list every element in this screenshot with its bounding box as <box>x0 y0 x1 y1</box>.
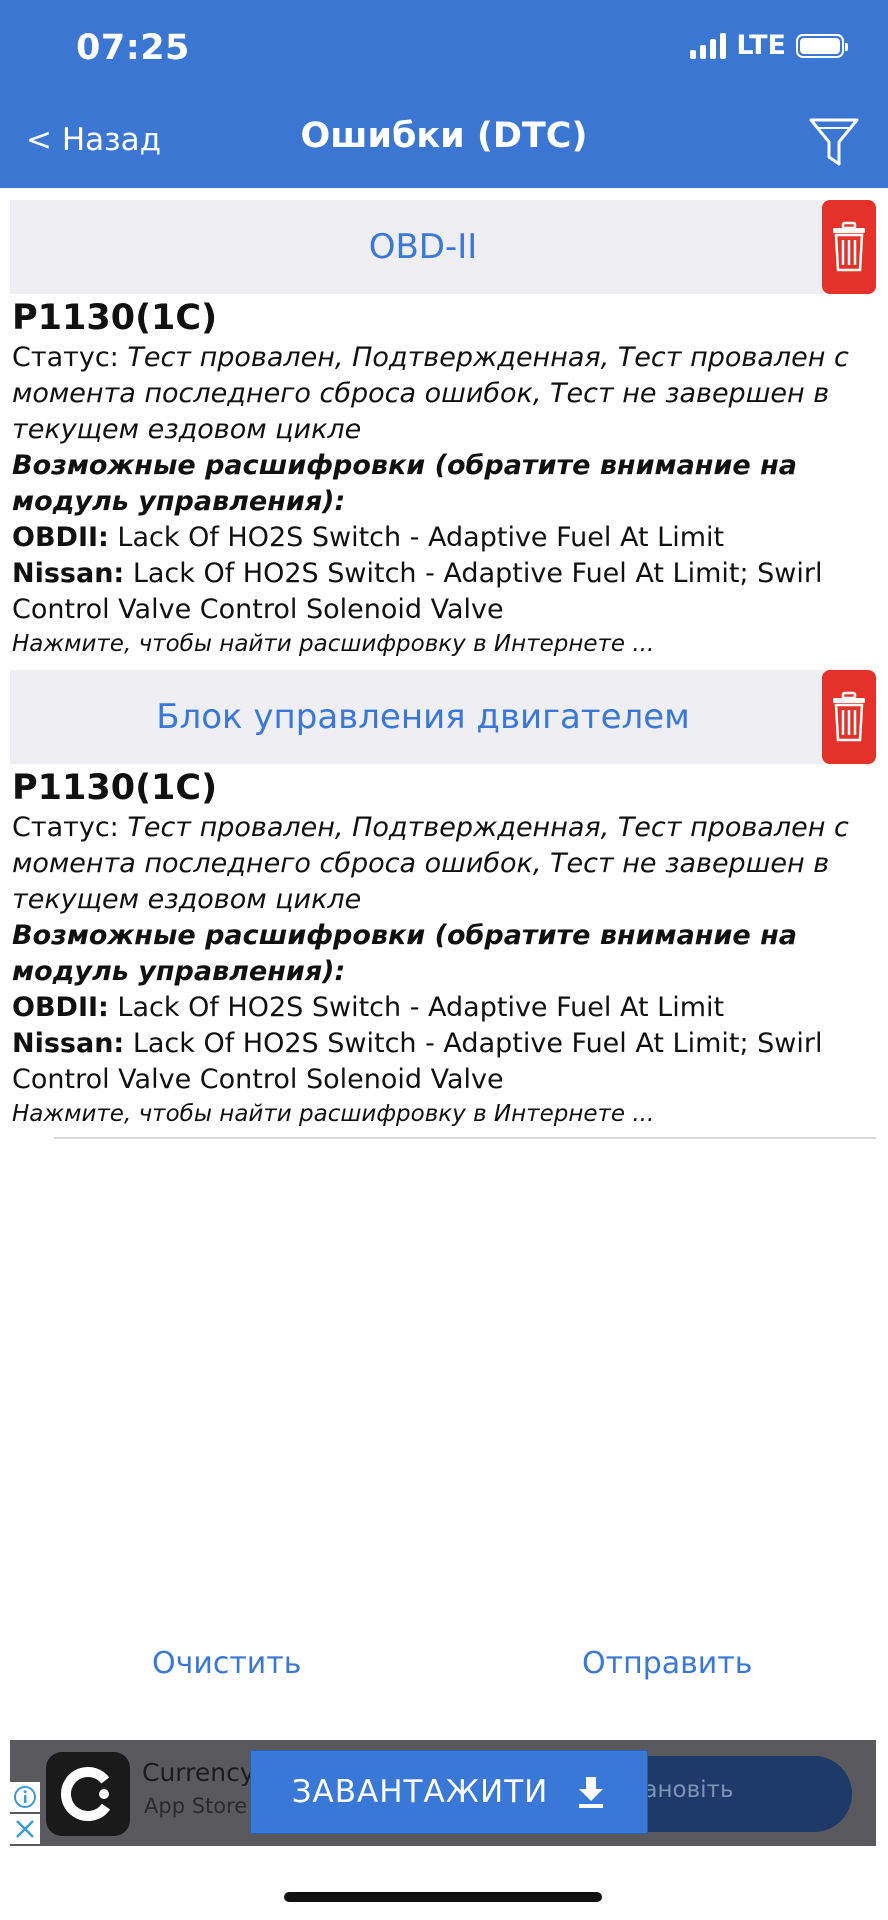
navigation-header: 07:25 LTE < Назад Ошибки (DTC) <box>0 0 888 188</box>
decodings-heading: Возможные расшифровки (обратите внимание… <box>12 450 797 517</box>
decoding-label: Nissan: <box>12 1028 125 1059</box>
ad-info-icon[interactable] <box>10 1782 40 1812</box>
send-button[interactable]: Отправить <box>582 1646 752 1681</box>
dtc-code: P1130(1C) <box>12 298 218 338</box>
status-value: Тест провален, Подтвержденная, Тест пров… <box>12 812 849 915</box>
ad-app-name: Currency <box>142 1758 255 1787</box>
battery-icon <box>796 33 848 58</box>
decoding-value: Lack Of HO2S Switch - Adaptive Fuel At L… <box>108 522 725 553</box>
delete-button[interactable] <box>822 200 876 294</box>
home-indicator <box>284 1892 602 1902</box>
delete-button[interactable] <box>822 670 876 764</box>
decoding-value: Lack Of HO2S Switch - Adaptive Fuel At L… <box>108 992 725 1023</box>
search-online-link[interactable]: Нажмите, чтобы найти расшифровку в Интер… <box>12 1098 876 1130</box>
decoding-nissan: Nissan: Lack Of HO2S Switch - Adaptive F… <box>12 1026 876 1098</box>
signal-icon <box>690 32 727 59</box>
dtc-list: OBD-II P1130(1C) Статус: Тест провален, … <box>0 200 888 1140</box>
download-icon <box>579 1777 604 1808</box>
section-title: OBD-II <box>368 227 478 267</box>
section-header-engine: Блок управления двигателем <box>10 670 876 764</box>
currency-logo-icon <box>61 1767 115 1821</box>
status-label: Статус: <box>12 812 128 843</box>
ad-app-icon <box>46 1752 130 1836</box>
dtc-status: Статус: Тест провален, Подтвержденная, Т… <box>12 810 876 918</box>
status-value: Тест провален, Подтвержденная, Тест пров… <box>12 342 849 445</box>
status-time: 07:25 <box>76 28 190 68</box>
decoding-label: OBDII: <box>12 992 109 1023</box>
dtc-status: Статус: Тест провален, Подтвержденная, Т… <box>12 340 876 448</box>
decoding-obdii: OBDII: Lack Of HO2S Switch - Adaptive Fu… <box>12 520 876 556</box>
trash-icon <box>833 221 865 272</box>
trash-icon <box>833 691 865 742</box>
ad-download-label: ЗАВАНТАЖИТИ <box>291 1774 549 1810</box>
status-indicators: LTE <box>690 30 848 61</box>
ad-app-store: App Store <box>144 1794 248 1818</box>
decoding-label: Nissan: <box>12 558 125 589</box>
dtc-entry[interactable]: P1130(1C) Статус: Тест провален, Подтвер… <box>0 296 888 660</box>
decoding-value: Lack Of HO2S Switch - Adaptive Fuel At L… <box>12 1028 823 1095</box>
section-title: Блок управления двигателем <box>156 697 690 737</box>
dtc-entry[interactable]: P1130(1C) Статус: Тест провален, Подтвер… <box>0 766 888 1130</box>
section-header-obd2: OBD-II <box>10 200 876 294</box>
bottom-actions: Очистить Отправить <box>0 1646 888 1696</box>
decoding-value: Lack Of HO2S Switch - Adaptive Fuel At L… <box>12 558 823 625</box>
filter-icon[interactable] <box>806 114 862 170</box>
decoding-obdii: OBDII: Lack Of HO2S Switch - Adaptive Fu… <box>12 990 876 1026</box>
dtc-code: P1130(1C) <box>12 768 218 808</box>
ad-close-icon[interactable] <box>10 1814 40 1844</box>
list-divider <box>54 1137 876 1139</box>
network-type: LTE <box>736 30 786 61</box>
ad-banner[interactable]: Currency App Store тановіть ЗАВАНТАЖИТИ <box>10 1740 876 1846</box>
ad-download-button[interactable]: ЗАВАНТАЖИТИ <box>250 1750 648 1834</box>
clear-button[interactable]: Очистить <box>152 1646 301 1681</box>
status-label: Статус: <box>12 342 128 373</box>
decoding-nissan: Nissan: Lack Of HO2S Switch - Adaptive F… <box>12 556 876 628</box>
decoding-label: OBDII: <box>12 522 109 553</box>
decodings-heading: Возможные расшифровки (обратите внимание… <box>12 920 797 987</box>
search-online-link[interactable]: Нажмите, чтобы найти расшифровку в Интер… <box>12 628 876 660</box>
back-button[interactable]: < Назад <box>26 122 161 158</box>
